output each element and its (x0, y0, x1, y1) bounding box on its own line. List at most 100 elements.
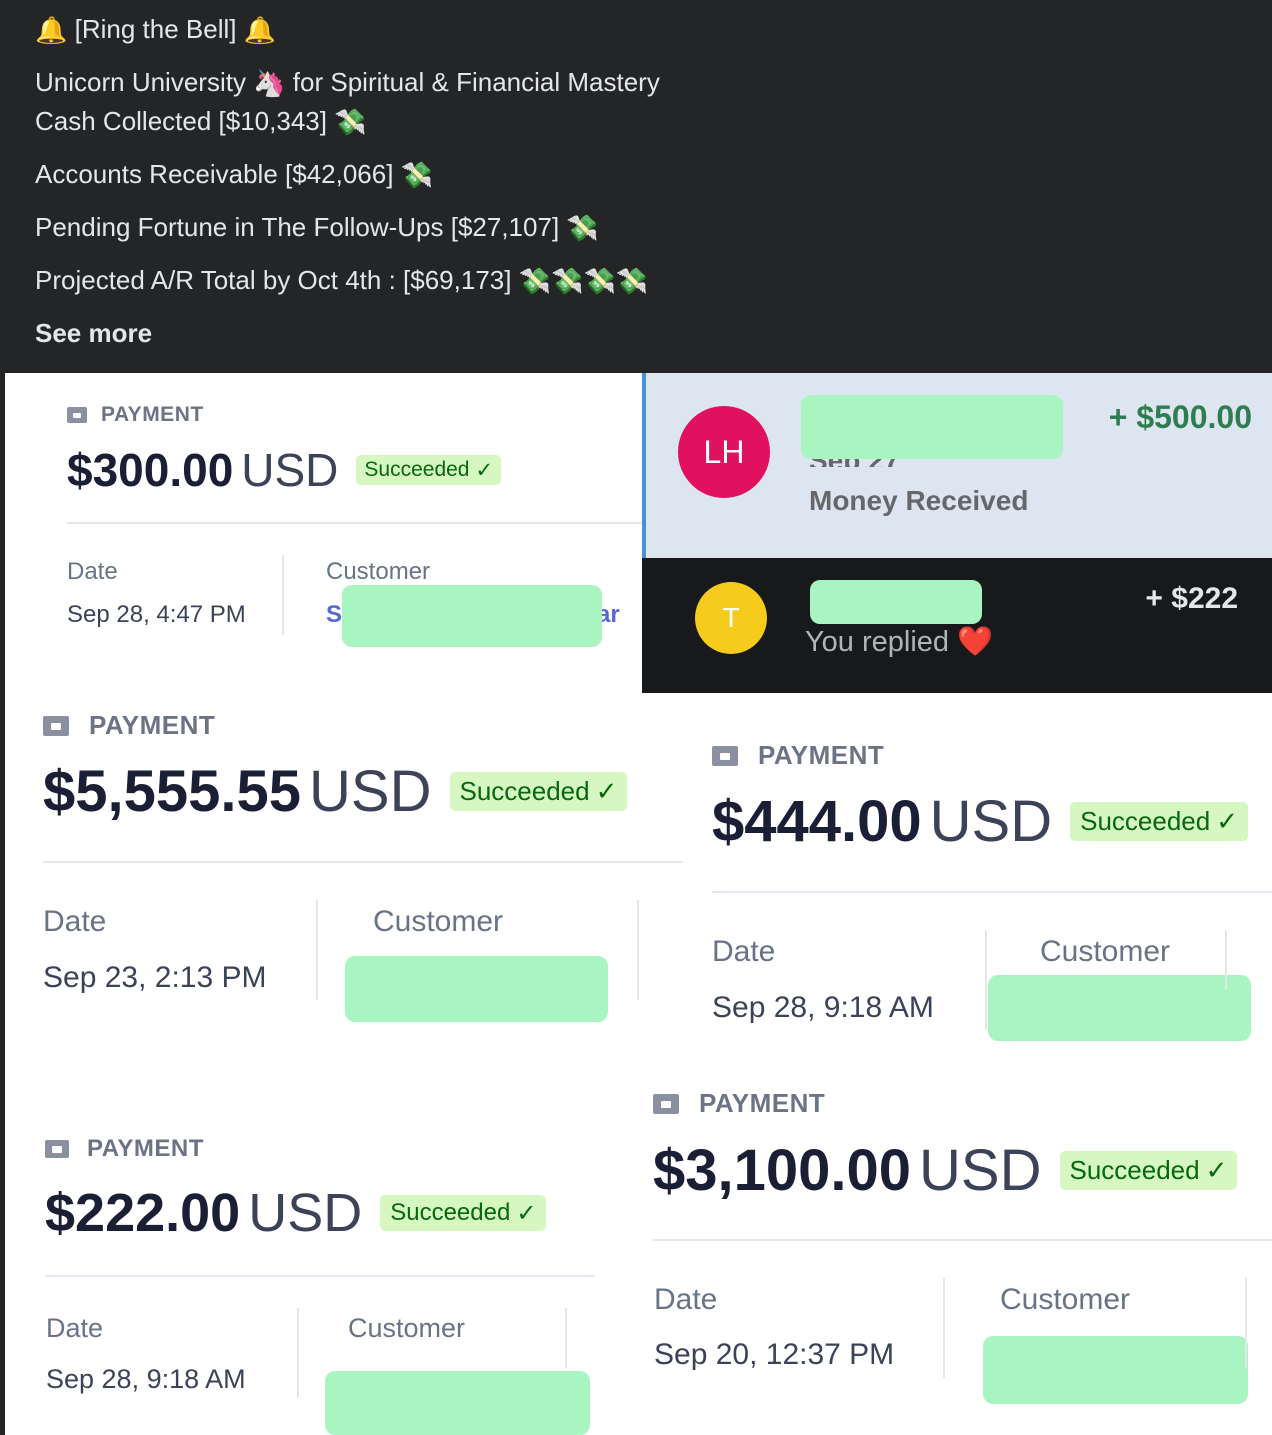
payment-currency: USD (309, 759, 432, 824)
redaction-mark (325, 1371, 590, 1435)
payment-header-label: PAYMENT (101, 403, 204, 426)
divider (43, 861, 683, 863)
date-label: Date (46, 1313, 104, 1343)
payment-amount: $222.00 (45, 1183, 241, 1243)
status-badge: Succeeded ✓ (449, 772, 628, 811)
date-value: Sep 20, 12:37 PM (654, 1338, 895, 1371)
post-line-text: Accounts Receivable [$42,066] (35, 159, 394, 189)
date-value: Sep 28, 9:18 AM (46, 1364, 246, 1394)
column-divider (282, 555, 284, 635)
notification-money-received[interactable]: LH Sep 27 Money Received + $500.00 (642, 373, 1272, 558)
column-divider (1245, 1278, 1247, 1368)
notification-text: You replied (805, 626, 950, 658)
bell-icon: 🔔 (243, 16, 277, 47)
status-label: Succeeded (390, 1199, 511, 1226)
check-icon: ✓ (475, 458, 494, 482)
payment-currency: USD (919, 1138, 1042, 1203)
notification-amount: + $500.00 (1108, 399, 1252, 435)
payment-amount-row: $300.00 USD Succeeded ✓ (67, 443, 502, 497)
post-line-receivable: Accounts Receivable [$42,066] 💸 (35, 159, 433, 191)
payment-header: PAYMENT (67, 403, 204, 427)
payment-header: PAYMENT (43, 710, 215, 741)
column-divider (985, 930, 987, 1030)
status-badge: Succeeded ✓ (1059, 1151, 1238, 1190)
column-divider (637, 900, 639, 1000)
payment-header-label: PAYMENT (758, 740, 885, 770)
status-badge: Succeeded ✓ (1070, 802, 1249, 841)
payment-amount: $3,100.00 (653, 1138, 912, 1203)
post-line-text: Pending Fortune in The Follow-Ups [$27,1… (35, 212, 560, 242)
heart-icon: ❤️ (957, 624, 994, 658)
payment-header: PAYMENT (712, 740, 884, 771)
check-icon: ✓ (516, 1199, 537, 1227)
notification-amount: + $222 (1145, 582, 1238, 615)
payment-card: PAYMENT $444.00 USD Succeeded ✓ Date Sep … (695, 723, 1272, 1053)
payment-amount-row: $444.00 USD Succeeded ✓ (712, 788, 1249, 855)
column-divider (316, 900, 318, 1000)
status-label: Succeeded (1069, 1155, 1200, 1185)
payment-icon (67, 407, 87, 423)
date-value: Sep 28, 9:18 AM (712, 991, 934, 1024)
status-label: Succeeded (1080, 806, 1211, 836)
payment-amount-row: $5,555.55 USD Succeeded ✓ (43, 758, 628, 825)
money-icon: 💸 (334, 108, 367, 139)
payment-amount: $5,555.55 (43, 759, 302, 824)
payment-card: PAYMENT $5,555.55 USD Succeeded ✓ Date Se… (5, 693, 695, 1058)
notification-text-row: You replied ❤️ (805, 624, 993, 659)
date-label: Date (712, 935, 776, 968)
divider (67, 522, 643, 524)
column-divider (943, 1278, 945, 1378)
avatar: LH (678, 406, 770, 498)
money-icon: 💸 (551, 267, 584, 298)
divider (653, 1239, 1272, 1241)
post-subtitle: Unicorn University 🦄 for Spiritual & Fin… (35, 67, 660, 99)
post-line-text: Projected A/R Total by Oct 4th : [$69,17… (35, 265, 512, 295)
unicorn-icon: 🦄 (253, 69, 286, 100)
payment-currency: USD (241, 444, 339, 496)
payment-card: PAYMENT $3,100.00 USD Succeeded ✓ Date Se… (645, 1073, 1272, 1435)
notification-replied[interactable]: T You replied ❤️ + $222 (642, 558, 1272, 693)
payment-amount: $300.00 (67, 444, 234, 496)
bell-icon: 🔔 (35, 16, 68, 47)
customer-label: Customer (326, 558, 431, 585)
post-line-followups: Pending Fortune in The Follow-Ups [$27,1… (35, 212, 599, 244)
subtitle-suffix: for Spiritual & Financial Mastery (292, 67, 660, 97)
column-divider (1225, 930, 1227, 990)
payment-icon (45, 1140, 69, 1158)
divider (712, 891, 1272, 893)
redaction-mark (983, 1336, 1248, 1404)
redaction-mark (810, 580, 982, 624)
date-label: Date (67, 558, 118, 585)
status-label: Succeeded (459, 776, 590, 806)
customer-link[interactable]: S (326, 601, 342, 629)
payment-amount-row: $222.00 USD Succeeded ✓ (45, 1182, 547, 1244)
payment-amount: $444.00 (712, 789, 922, 854)
check-icon: ✓ (595, 776, 618, 807)
payment-header: PAYMENT (653, 1088, 825, 1119)
redaction-mark (801, 395, 1063, 459)
payment-header-label: PAYMENT (89, 710, 216, 740)
see-more-link[interactable]: See more (35, 318, 152, 349)
avatar: T (695, 582, 767, 654)
date-label: Date (43, 905, 107, 938)
money-icon: 💸 (583, 267, 616, 298)
payment-header: PAYMENT (45, 1135, 204, 1163)
payment-amount-row: $3,100.00 USD Succeeded ✓ (653, 1137, 1238, 1204)
status-label: Succeeded (364, 458, 470, 481)
customer-label: Customer (373, 905, 504, 938)
divider (45, 1275, 595, 1277)
check-icon: ✓ (1216, 806, 1239, 837)
date-label: Date (654, 1283, 718, 1316)
money-icon: 💸 (400, 161, 434, 192)
payment-card: PAYMENT $300.00 USD Succeeded ✓ Date Sep … (5, 373, 643, 688)
date-value: Sep 23, 2:13 PM (43, 961, 267, 994)
money-icon: 💸 (615, 267, 649, 298)
money-icon: 💸 (566, 214, 599, 245)
notification-text: Money Received (809, 485, 1029, 516)
redaction-mark (342, 585, 602, 647)
payment-card: PAYMENT $222.00 USD Succeeded ✓ Date Sep … (5, 1118, 645, 1435)
post-title-line: 🔔 [Ring the Bell] 🔔 (35, 14, 276, 46)
payment-icon (712, 745, 738, 766)
payment-header-label: PAYMENT (699, 1088, 826, 1118)
payment-icon (43, 715, 69, 736)
